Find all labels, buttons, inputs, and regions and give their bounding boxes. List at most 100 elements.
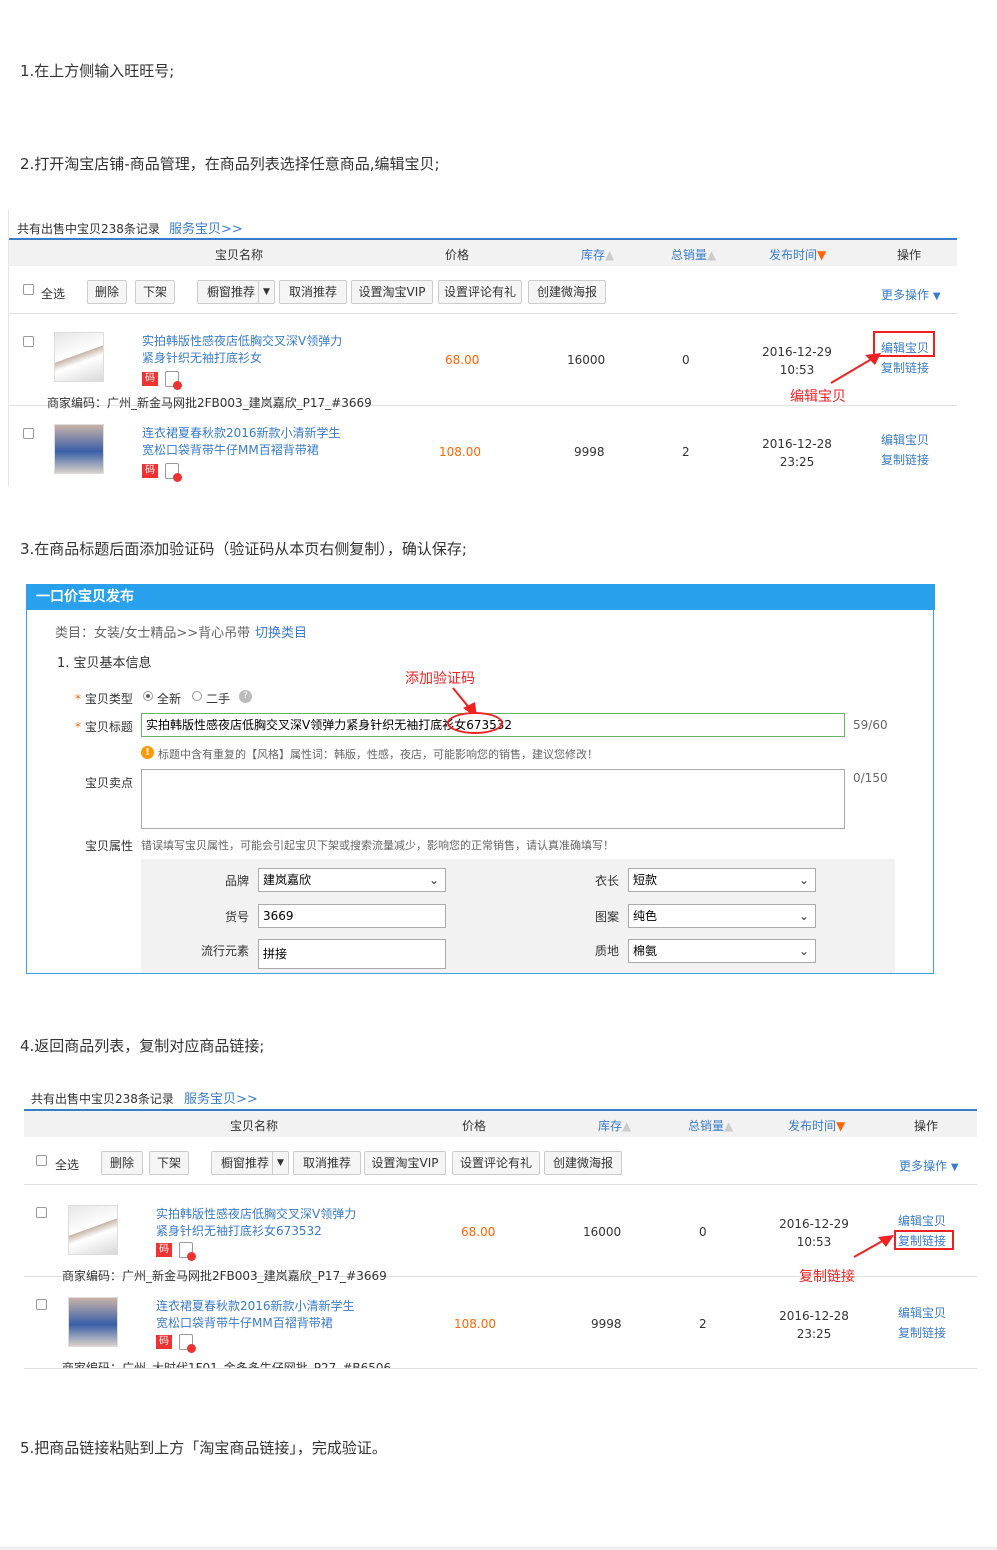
row-checkbox[interactable] <box>23 336 34 347</box>
select-all-label: 全选 <box>55 1158 80 1172</box>
cancel-recommend-button[interactable]: 取消推荐 <box>293 1151 361 1175</box>
service-items-link[interactable]: 服务宝贝>> <box>184 1088 258 1107</box>
dropdown-icon[interactable]: ▼ <box>272 1152 288 1174</box>
set-vip-button[interactable]: 设置淘宝VIP <box>351 280 433 304</box>
select-all-label: 全选 <box>41 287 66 301</box>
off-shelf-button[interactable]: 下架 <box>149 1151 189 1175</box>
product-title-link[interactable]: 实拍韩版性感夜店低胸交叉深V领弹力紧身针织无袖打底衫女 <box>142 333 352 367</box>
brand-select[interactable]: 建岚嘉欣 ⌄ <box>258 868 446 892</box>
edit-item-link[interactable]: 编辑宝贝 <box>892 1303 952 1323</box>
edit-item-link[interactable]: 编辑宝贝 <box>875 430 935 450</box>
selling-point-label: 宝贝卖点 <box>85 776 134 790</box>
section-basic-info: 1. 宝贝基本信息 <box>57 656 152 671</box>
sort-arrow-icon: ▲ <box>622 1119 632 1133</box>
brand-label: 品牌 <box>225 874 250 888</box>
highlight-ellipse <box>447 712 503 734</box>
window-recommend-button[interactable]: 橱窗推荐 ▼ <box>197 280 275 304</box>
delete-button[interactable]: 删除 <box>87 280 127 304</box>
product-thumbnail[interactable] <box>68 1205 118 1255</box>
more-ops-dropdown[interactable]: 更多操作 ▼ <box>881 286 941 303</box>
set-vip-button[interactable]: 设置淘宝VIP <box>364 1151 446 1175</box>
table-row: 连衣裙夏春秋款2016新款小清新学生宽松口袋背带牛仔MM百褶背带裙 码 108.… <box>9 406 957 486</box>
annotation-arrow <box>853 1235 894 1258</box>
edit-item-link[interactable]: 编辑宝贝 <box>892 1211 952 1231</box>
delete-button[interactable]: 删除 <box>101 1151 143 1175</box>
material-select[interactable]: 棉氨 ⌄ <box>628 939 816 963</box>
row-checkbox[interactable] <box>36 1207 47 1218</box>
col-time[interactable]: 发布时间▼ <box>769 246 826 263</box>
publish-time: 10:53 <box>779 363 815 377</box>
col-stock[interactable]: 库存▲ <box>581 246 614 263</box>
product-thumbnail[interactable] <box>68 1297 118 1347</box>
pattern-select[interactable]: 纯色 ⌄ <box>628 904 816 928</box>
selling-point-textarea[interactable] <box>141 769 845 829</box>
annotation-arrow <box>830 353 881 384</box>
sales-value: 2 <box>682 445 690 459</box>
set-review-gift-button[interactable]: 设置评论有礼 <box>438 280 522 304</box>
record-count: 共有出售中宝贝238条记录 <box>31 1092 174 1106</box>
style-input[interactable]: 拼接 <box>258 939 446 969</box>
sales-value: 0 <box>682 353 690 367</box>
row-checkbox[interactable] <box>23 428 34 439</box>
create-poster-button[interactable]: 创建微海报 <box>544 1151 622 1175</box>
dropdown-icon[interactable]: ▼ <box>258 281 274 303</box>
col-sales[interactable]: 总销量▲ <box>671 246 716 263</box>
length-select[interactable]: 短款 ⌄ <box>628 868 816 892</box>
row-checkbox[interactable] <box>36 1299 47 1310</box>
title-warning: 标题中含有重复的【风格】属性词：韩版，性感，夜店，可能影响您的销售，建议您修改！ <box>158 748 598 761</box>
phone-icon <box>165 371 182 390</box>
style-label: 流行元素 <box>201 944 250 958</box>
sku-label: 货号 <box>225 910 250 924</box>
col-sales[interactable]: 总销量▲ <box>688 1117 733 1134</box>
create-poster-button[interactable]: 创建微海报 <box>528 280 606 304</box>
length-label: 衣长 <box>595 874 620 888</box>
col-name: 宝贝名称 <box>215 248 264 262</box>
stock-value: 16000 <box>583 1225 622 1239</box>
product-list-2: 共有出售中宝贝238条记录 服务宝贝>> 宝贝名称 价格 库存▲ 总销量▲ 发布… <box>24 1081 977 1369</box>
switch-category-link[interactable]: 切换类目 <box>255 622 307 641</box>
off-shelf-button[interactable]: 下架 <box>135 280 175 304</box>
step-2-text: 2.打开淘宝店铺-商品管理，在商品列表选择任意商品,编辑宝贝; <box>20 155 440 173</box>
col-time[interactable]: 发布时间▼ <box>788 1117 845 1134</box>
cancel-recommend-button[interactable]: 取消推荐 <box>279 280 347 304</box>
step-5-text: 5.把商品链接粘贴到上方「淘宝商品链接」，完成验证。 <box>20 1439 387 1457</box>
window-recommend-button[interactable]: 橱窗推荐 ▼ <box>211 1151 289 1175</box>
product-thumbnail[interactable] <box>54 332 104 382</box>
radio-new[interactable] <box>143 691 153 701</box>
sku-input[interactable]: 3669 <box>258 904 446 928</box>
product-thumbnail[interactable] <box>54 424 104 474</box>
code-badge: 码 <box>156 1335 172 1349</box>
set-review-gift-button[interactable]: 设置评论有礼 <box>452 1151 540 1175</box>
stock-value: 9998 <box>574 445 605 459</box>
select-all-checkbox[interactable] <box>36 1155 47 1166</box>
radio-used-label: 二手 <box>206 692 231 706</box>
record-count: 共有出售中宝贝238条记录 <box>17 222 160 236</box>
col-price: 价格 <box>462 1119 487 1133</box>
sort-arrow-icon: ▲ <box>707 248 717 262</box>
col-stock[interactable]: 库存▲ <box>598 1117 631 1134</box>
highlight-box <box>894 1230 954 1250</box>
copy-link-link[interactable]: 复制链接 <box>875 450 935 470</box>
sort-arrow-icon: ▲ <box>605 248 615 262</box>
product-title-link[interactable]: 实拍韩版性感夜店低胸交叉深V领弹力紧身针织无袖打底衫女673532 <box>156 1206 366 1240</box>
item-title-label: * 宝贝标题 <box>75 720 133 734</box>
step-4-text: 4.返回商品列表，复制对应商品链接; <box>20 1037 265 1055</box>
sort-arrow-icon: ▼ <box>817 248 827 262</box>
help-icon[interactable]: ? <box>239 690 252 703</box>
chevron-down-icon: ▼ <box>950 1162 959 1173</box>
radio-used[interactable] <box>192 691 202 701</box>
sales-value: 0 <box>699 1225 707 1239</box>
product-title-link[interactable]: 连衣裙夏春秋款2016新款小清新学生宽松口袋背带牛仔MM百褶背带裙 <box>142 425 352 459</box>
price-value: 108.00 <box>439 445 481 459</box>
copy-link-link[interactable]: 复制链接 <box>892 1323 952 1343</box>
product-title-link[interactable]: 连衣裙夏春秋款2016新款小清新学生宽松口袋背带牛仔MM百褶背带裙 <box>156 1298 366 1332</box>
table-header: 宝贝名称 价格 库存▲ 总销量▲ 发布时间▼ 操作 <box>9 238 957 266</box>
stock-value: 16000 <box>567 353 606 367</box>
step-3-text: 3.在商品标题后面添加验证码（验证码从本页右侧复制），确认保存; <box>20 540 467 558</box>
select-all-checkbox[interactable] <box>23 284 34 295</box>
publish-time: 23:25 <box>779 455 815 469</box>
phone-icon <box>179 1242 196 1261</box>
more-ops-dropdown[interactable]: 更多操作 ▼ <box>899 1157 959 1174</box>
title-char-counter: 59/60 <box>853 718 888 732</box>
service-items-link[interactable]: 服务宝贝>> <box>169 218 243 237</box>
